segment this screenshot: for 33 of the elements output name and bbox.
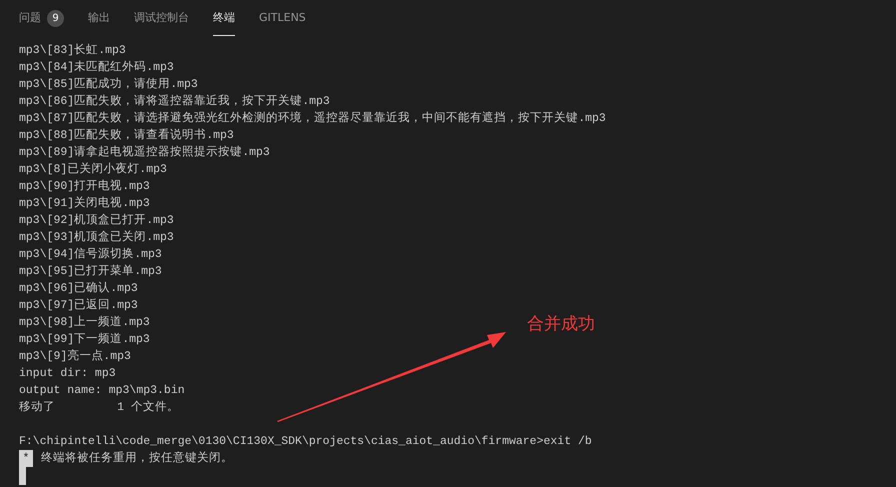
marker-block: * — [19, 450, 33, 467]
terminal-line: 移动了 1 个文件。 — [19, 400, 179, 416]
terminal-line: mp3\[88]匹配失败，请查看说明书.mp3 — [19, 128, 234, 144]
terminal-notice: 终端将被任务重用，按任意键关闭。 — [41, 450, 233, 467]
panel-tab[interactable]: 调试控制台 — [134, 0, 189, 36]
terminal-line: mp3\[84]未匹配红外码.mp3 — [19, 60, 174, 76]
terminal-line: input dir: mp3 — [19, 366, 116, 382]
count-badge: 9 — [47, 10, 64, 26]
terminal-line: mp3\[8]已关闭小夜灯.mp3 — [19, 161, 167, 178]
terminal-line: mp3\[86]匹配失败，请将遥控器靠近我，按下开关键.mp3 — [19, 94, 330, 110]
terminal-line: mp3\[9]亮一点.mp3 — [19, 348, 131, 365]
terminal-line: mp3\[83]长虹.mp3 — [19, 42, 126, 59]
terminal-line: mp3\[95]已打开菜单.mp3 — [19, 264, 162, 280]
terminal-line: mp3\[91]关闭电视.mp3 — [19, 196, 150, 212]
terminal-line: mp3\[98]上一频道.mp3 — [19, 314, 150, 331]
terminal-line: mp3\[89]请拿起电视遥控器按照提示按键.mp3 — [19, 144, 270, 161]
terminal-line: output name: mp3\mp3.bin — [19, 383, 185, 399]
terminal-line: mp3\[87]匹配失败，请选择避免强光红外检测的环境，遥控器尽量靠近我，中间不能有遮挡，按下开关键.mp3 — [19, 110, 606, 127]
terminal-line: mp3\[90]打开电视.mp3 — [19, 178, 150, 195]
annotation-label: 合并成功 — [527, 313, 595, 336]
panel-tab[interactable]: 输出 — [88, 0, 110, 36]
terminal-line: mp3\[96]已确认.mp3 — [19, 280, 138, 297]
terminal-line: mp3\[94]信号源切换.mp3 — [19, 246, 162, 263]
panel-tab[interactable]: 问题 9 — [19, 0, 64, 36]
panel-tab[interactable]: GITLENS — [259, 0, 306, 36]
terminal-line: mp3\[85]匹配成功，请使用.mp3 — [19, 76, 198, 93]
terminal-cursor — [19, 467, 26, 485]
terminal-line: mp3\[93]机顶盒已关闭.mp3 — [19, 230, 174, 246]
terminal-line: mp3\[92]机顶盒已打开.mp3 — [19, 212, 174, 229]
panel-tab[interactable]: 终端 — [213, 0, 235, 36]
terminal-line: mp3\[99]下一频道.mp3 — [19, 332, 150, 348]
command-prompt: F:\chipintelli\code_merge\0130\CI130X_SDK\projects\cias_aiot_audio\firmware>exit /b — [19, 434, 592, 450]
terminal-line: mp3\[97]已返回.mp3 — [19, 298, 138, 314]
